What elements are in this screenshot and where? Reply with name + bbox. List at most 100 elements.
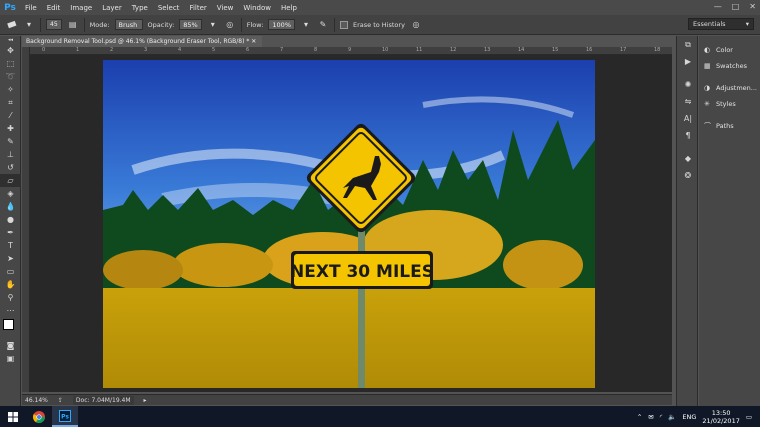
flow-input[interactable]: 100% [268,19,295,30]
paragraph-panel-icon[interactable]: ¶ [677,127,699,144]
adjustments-panel-tab[interactable]: ◑ Adjustmen... [699,80,760,96]
windows-start-icon[interactable] [0,406,26,427]
zoom-level[interactable]: 46.14% [25,397,48,404]
photoshop-taskbar-icon[interactable]: Ps [52,406,78,427]
workspace-select[interactable]: Essentials ▾ [688,18,754,30]
paint-bucket-tool-icon[interactable]: ◈ [0,187,21,200]
document-tab-title: Background Removal Tool.psd @ 46.1% (Bac… [26,38,250,45]
minimize-button[interactable]: — [714,2,722,11]
chevron-down-icon[interactable]: ▾ [300,19,312,31]
chevron-up-icon[interactable]: ⌃ [637,413,642,421]
screen-mode-icon[interactable]: ▣ [0,352,21,365]
volume-icon[interactable]: 🔈 [668,413,676,421]
brush-panel-icon[interactable]: ▤ [67,19,79,31]
status-bar: 46.14% ⇪ Doc: 7.04M/19.4M ▸ [22,394,672,405]
opacity-input[interactable]: 85% [179,19,202,30]
quick-mask-icon[interactable]: ◙ [0,339,21,352]
adjustments-panel-label: Adjustmen... [716,84,757,92]
mode-select[interactable]: Brush [114,19,143,30]
pressure-opacity-icon[interactable]: ◎ [224,19,236,31]
chevron-down-icon[interactable]: ▾ [23,19,35,31]
notifications-icon[interactable]: ▭ [746,413,752,421]
history-panel-icon[interactable]: ⧉ [677,36,699,53]
hand-tool-icon[interactable]: ✋ [0,278,21,291]
lasso-tool-icon[interactable]: ➰ [0,70,21,83]
panel-dock-icons: ⧉ ▶ ✺ ⇋ A| ¶ ◆ ❂ [676,36,698,406]
move-tool-icon[interactable]: ✥ [0,44,21,57]
photo-deer-crossing-sign: NEXT 30 MILES [103,60,595,388]
foreground-color-swatch[interactable] [3,319,14,330]
menu-file[interactable]: File [20,4,42,12]
collapse-toolbar-icon[interactable]: ◂◂ [0,36,21,44]
path-selection-tool-icon[interactable]: ➤ [0,252,21,265]
close-tab-icon[interactable]: ✕ [251,38,256,45]
language-indicator[interactable]: ENG [682,413,696,421]
color-panel-tab[interactable]: ◐ Color [699,42,760,58]
export-icon[interactable]: ⇪ [58,397,63,404]
menu-filter[interactable]: Filter [184,4,211,12]
document-image[interactable]: NEXT 30 MILES [103,60,595,388]
erase-to-history-label: Erase to History [353,20,405,29]
history-brush-tool-icon[interactable]: ↺ [0,161,21,174]
clone-stamp-tool-icon[interactable]: ⊥ [0,148,21,161]
ruler-tick: 0 [42,47,46,53]
quick-selection-tool-icon[interactable]: ✧ [0,83,21,96]
ruler-tick: 1 [76,47,80,53]
menu-select[interactable]: Select [153,4,185,12]
photoshop-logo[interactable]: Ps [0,0,20,15]
shape-tool-icon[interactable]: ▭ [0,265,21,278]
airbrush-icon[interactable]: ✎ [317,19,329,31]
swatches-panel-tab[interactable]: ▦ Swatches [699,58,760,74]
dodge-tool-icon[interactable]: ● [0,213,21,226]
type-tool-icon[interactable]: T [0,239,21,252]
menu-help[interactable]: Help [276,4,302,12]
zoom-tool-icon[interactable]: ⚲ [0,291,21,304]
paths-panel-tab[interactable]: ⌒ Paths [699,118,760,134]
menu-layer[interactable]: Layer [97,4,127,12]
chrome-icon[interactable] [26,406,52,427]
menu-view[interactable]: View [212,4,239,12]
eraser-tool-preset-icon[interactable] [6,19,18,31]
mode-label: Mode: [89,20,110,29]
blur-tool-icon[interactable]: 💧 [0,200,21,213]
document-size[interactable]: Doc: 7.04M/19.4M [72,395,134,405]
chevron-right-icon[interactable]: ▸ [144,397,147,404]
erase-to-history-checkbox[interactable] [340,20,348,29]
healing-brush-tool-icon[interactable]: ✚ [0,122,21,135]
menu-edit[interactable]: Edit [42,4,66,12]
maximize-button[interactable]: □ [732,2,740,11]
ruler-horizontal[interactable]: 0 1 2 3 4 5 6 7 8 9 10 11 12 13 14 15 16 17 18 [30,47,672,55]
character-panel-icon[interactable]: A| [677,110,699,127]
eyedropper-tool-icon[interactable]: ⁄ [0,109,21,122]
document-tab[interactable]: Background Removal Tool.psd @ 46.1% (Bac… [22,36,262,47]
styles-panel-tab[interactable]: ✳ Styles [699,96,760,112]
wifi-icon[interactable]: ◜ [660,413,663,421]
styles-icon: ✳ [704,100,710,108]
menu-window[interactable]: Window [238,4,276,12]
clock[interactable]: 13:50 21/02/2017 [702,409,739,425]
close-button[interactable]: ✕ [749,2,756,11]
actions-panel-icon[interactable]: ▶ [677,53,699,70]
ruler-tick: 18 [654,47,661,53]
menu-type[interactable]: Type [127,4,153,12]
marquee-tool-icon[interactable]: ⬚ [0,57,21,70]
layers-panel-icon[interactable]: ◆ [677,150,699,167]
ruler-tick: 13 [484,47,491,53]
chevron-down-icon[interactable]: ▾ [207,19,219,31]
eraser-tool-icon[interactable]: ▱ [0,174,21,187]
pressure-size-icon[interactable]: ◎ [410,19,422,31]
ruler-tick: 9 [348,47,352,53]
channels-panel-icon[interactable]: ❂ [677,167,699,184]
crop-tool-icon[interactable]: ⌗ [0,96,21,109]
color-swatches[interactable] [0,317,21,339]
styles-panel-label: Styles [716,100,736,108]
pen-tool-icon[interactable]: ✒ [0,226,21,239]
ruler-vertical[interactable] [22,47,30,392]
menu-image[interactable]: Image [65,4,97,12]
brush-tool-icon[interactable]: ✎ [0,135,21,148]
brush-settings-icon[interactable]: ✺ [677,76,699,93]
brush-size-picker[interactable]: 45 [46,19,62,30]
message-icon[interactable]: ✉ [648,413,653,421]
more-tools-icon[interactable]: ⋯ [0,304,21,317]
clone-source-icon[interactable]: ⇋ [677,93,699,110]
